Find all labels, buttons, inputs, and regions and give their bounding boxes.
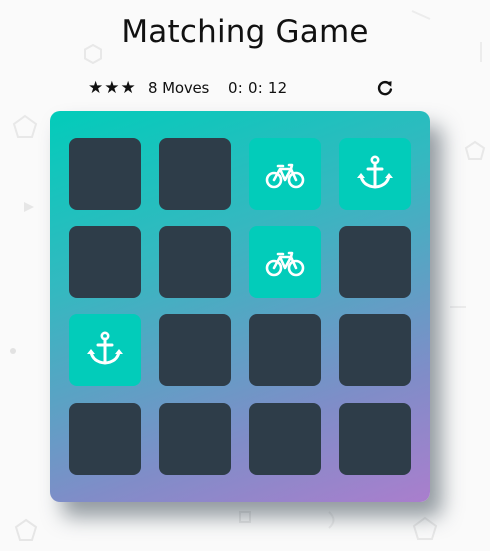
bicycle-icon <box>265 163 305 189</box>
card[interactable] <box>159 138 231 210</box>
card[interactable] <box>249 138 321 210</box>
dash-shape <box>450 306 466 308</box>
anchor-icon <box>87 331 123 365</box>
restart-button[interactable] <box>376 79 394 97</box>
moves-count: 8 <box>148 79 158 97</box>
card-deck <box>50 111 430 502</box>
card[interactable] <box>69 138 141 210</box>
arc-shape <box>328 511 335 529</box>
dot-shape <box>10 348 16 354</box>
pentagon-shape <box>464 140 486 160</box>
pentagon-shape <box>12 114 38 138</box>
card[interactable] <box>249 226 321 298</box>
bicycle-icon <box>265 251 305 277</box>
card[interactable] <box>249 403 321 475</box>
anchor-icon <box>357 155 393 189</box>
star-icon: ★ <box>120 78 136 98</box>
triangle-shape <box>24 202 34 212</box>
page-title: Matching Game <box>121 14 369 50</box>
star-icon: ★ <box>104 78 120 98</box>
card[interactable] <box>69 314 141 386</box>
moves-label: Moves <box>162 79 210 97</box>
card[interactable] <box>249 314 321 386</box>
square-shape <box>239 511 251 523</box>
card[interactable] <box>339 226 411 298</box>
card[interactable] <box>339 403 411 475</box>
card[interactable] <box>159 314 231 386</box>
card[interactable] <box>339 138 411 210</box>
star-icon: ★ <box>88 78 104 98</box>
pentagon-shape <box>14 518 38 541</box>
pentagon-shape <box>412 516 438 540</box>
card[interactable] <box>69 403 141 475</box>
card[interactable] <box>159 403 231 475</box>
timer: 0: 0: 12 <box>228 79 288 97</box>
moves-counter: 8 Moves <box>148 79 209 98</box>
score-panel: ★ ★ ★ 8 Moves 0: 0: 12 <box>88 79 394 99</box>
star-rating: ★ ★ ★ <box>88 79 136 97</box>
card[interactable] <box>159 226 231 298</box>
card[interactable] <box>69 226 141 298</box>
refresh-icon <box>377 80 393 96</box>
card[interactable] <box>339 314 411 386</box>
